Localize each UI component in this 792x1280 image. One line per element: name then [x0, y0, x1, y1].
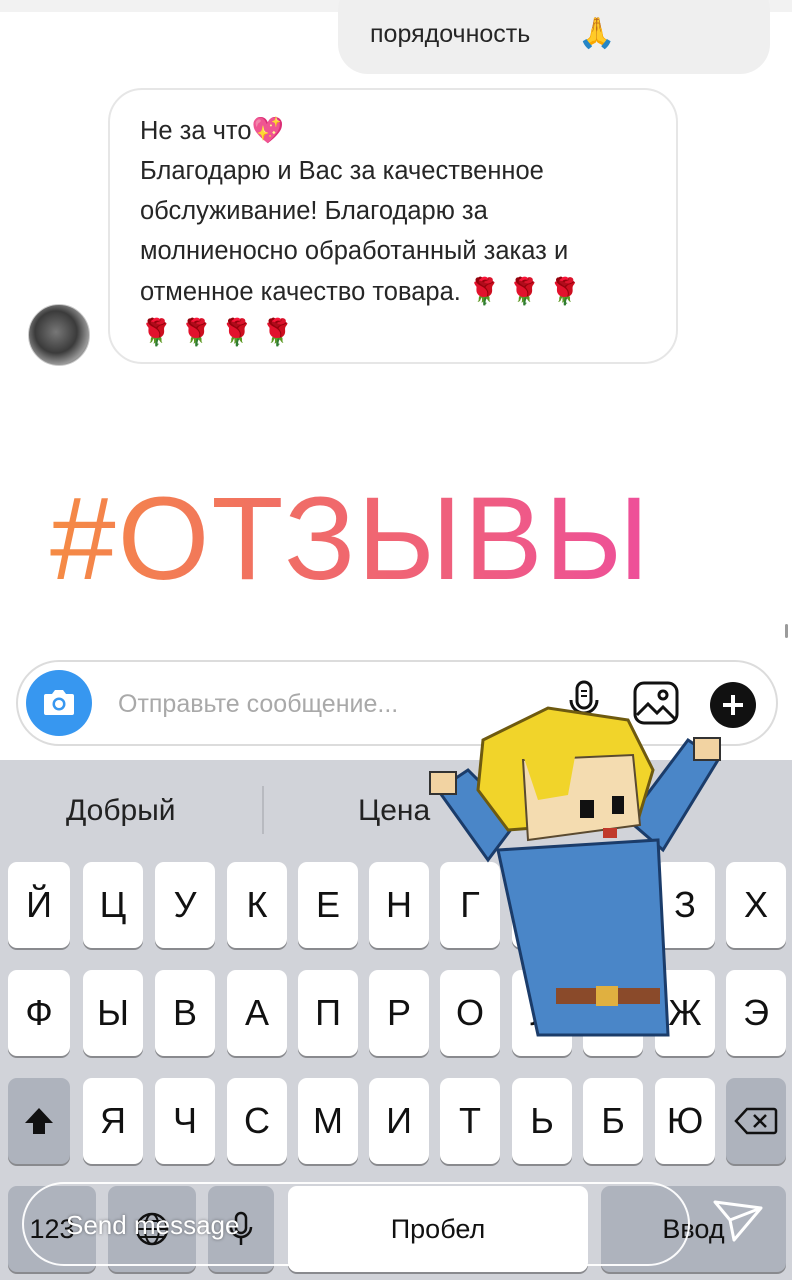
pray-emoji: 🙏 — [578, 17, 616, 50]
incoming-line-1: Не за что — [140, 117, 252, 145]
send-icon[interactable] — [712, 1198, 764, 1244]
hashtag-sticker: #ОТЗЫВЫ — [50, 473, 652, 605]
chat-area: порядочность 🙏 Не за что💖 Благодарю и Ва… — [0, 0, 792, 760]
shift-key[interactable] — [8, 1078, 70, 1164]
key[interactable]: Э — [726, 970, 786, 1056]
key[interactable]: Ь — [512, 1078, 572, 1164]
key[interactable]: Е — [298, 862, 358, 948]
avatar[interactable] — [28, 304, 90, 366]
key[interactable]: П — [298, 970, 358, 1056]
heart-emoji: 💖 — [251, 115, 284, 145]
incoming-line-3: обслуживание! Благодарю за — [140, 197, 488, 225]
message-input[interactable]: Отправьте сообщение... — [118, 690, 398, 719]
key[interactable]: Н — [369, 862, 429, 948]
send-message-label: Send message — [66, 1210, 240, 1240]
suggestion-1[interactable]: Добрый — [66, 794, 176, 828]
key[interactable]: А — [227, 970, 287, 1056]
scroll-indicator — [785, 624, 788, 638]
suggestion-divider — [262, 786, 264, 834]
key[interactable]: Ы — [83, 970, 143, 1056]
roses-emoji-1: 🌹🌹🌹 — [467, 276, 590, 306]
key[interactable]: Ц — [83, 862, 143, 948]
key[interactable]: Х — [726, 862, 786, 948]
camera-button[interactable] — [26, 670, 92, 736]
outgoing-message-bubble[interactable]: порядочность 🙏 — [338, 0, 770, 74]
key[interactable]: Ю — [655, 1078, 715, 1164]
incoming-line-5: отменное качество товара. — [140, 278, 461, 306]
key[interactable]: Р — [369, 970, 429, 1056]
key[interactable]: Ч — [155, 1078, 215, 1164]
incoming-line-4: молниеносно обработанный заказ и — [140, 237, 569, 265]
character-sticker[interactable] — [428, 700, 728, 1040]
camera-icon — [44, 690, 74, 715]
roses-emoji-2: 🌹🌹🌹🌹 — [140, 317, 302, 347]
key[interactable]: Й — [8, 862, 70, 948]
incoming-message-bubble[interactable]: Не за что💖 Благодарю и Вас за качественн… — [108, 88, 678, 364]
key[interactable]: И — [369, 1078, 429, 1164]
key[interactable]: С — [227, 1078, 287, 1164]
key[interactable]: У — [155, 862, 215, 948]
key[interactable]: Ф — [8, 970, 70, 1056]
incoming-line-2: Благодарю и Вас за качественное — [140, 157, 544, 185]
send-message-field[interactable]: Send message — [22, 1182, 690, 1266]
key[interactable]: Я — [83, 1078, 143, 1164]
suggestion-2[interactable]: Цена — [358, 794, 430, 828]
key[interactable]: Б — [583, 1078, 643, 1164]
key[interactable]: К — [227, 862, 287, 948]
key[interactable]: Т — [440, 1078, 500, 1164]
backspace-icon — [734, 1107, 778, 1135]
outgoing-message-text: порядочность — [370, 20, 531, 48]
backspace-key[interactable] — [726, 1078, 786, 1164]
shift-icon — [25, 1108, 53, 1134]
key[interactable]: М — [298, 1078, 358, 1164]
key[interactable]: В — [155, 970, 215, 1056]
